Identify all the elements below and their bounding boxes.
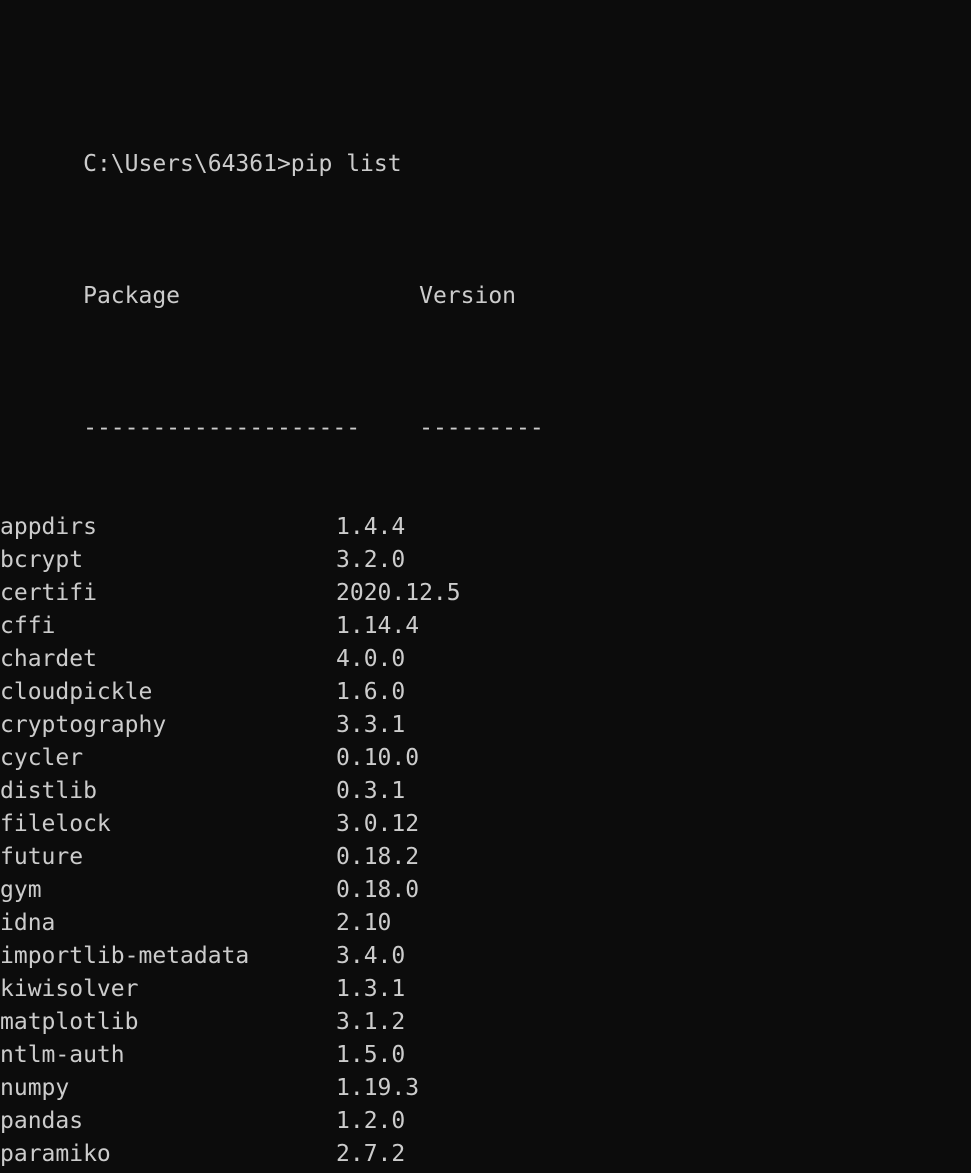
table-row: idna 2.10 [0,907,544,940]
package-name: future [0,844,84,870]
package-version: 1.3.1 [336,976,406,1002]
package-list: appdirs 1.4.4 bcrypt 3.2.0 certifi 2020.12.5 c… [0,511,544,1173]
table-row: kiwisolver 1.3.1 [0,973,544,1006]
package-version: 3.2.0 [336,547,406,573]
terminal-screen: C:\Users\64361>pip list Package Version -… [0,16,544,1173]
package-version: 0.18.0 [336,877,420,903]
package-version: 3.4.0 [336,943,406,969]
table-row: paramiko 2.7.2 [0,1138,544,1171]
table-row: numpy 1.19.3 [0,1072,544,1105]
table-row: certifi 2020.12.5 [0,577,544,610]
package-name: ntlm-auth [0,1042,125,1068]
package-name: chardet [0,646,97,672]
package-version: 2.7.2 [336,1141,406,1167]
package-name: matplotlib [0,1009,139,1035]
package-name: importlib-metadata [0,943,250,969]
package-version: 0.10.0 [336,745,420,771]
terminal-window[interactable]: C:\Users\64361>pip list Package Version -… [0,0,971,1173]
package-version: 1.14.4 [336,613,420,639]
package-version: 1.2.0 [336,1108,406,1134]
package-version: 1.4.4 [336,514,406,540]
package-version: 0.18.2 [336,844,420,870]
package-name: numpy [0,1075,70,1101]
table-row: future 0.18.2 [0,841,544,874]
table-row: cycler 0.10.0 [0,742,544,775]
package-name: distlib [0,778,97,804]
table-row: cloudpickle 1.6.0 [0,676,544,709]
package-name: pandas [0,1108,84,1134]
table-row: pandas 1.2.0 [0,1105,544,1138]
table-row: importlib-metadata 3.4.0 [0,940,544,973]
package-name: kiwisolver [0,976,139,1002]
table-row: matplotlib 3.1.2 [0,1006,544,1039]
package-version: 1.19.3 [336,1075,420,1101]
package-name: cycler [0,745,84,771]
package-name: filelock [0,811,111,837]
package-name: appdirs [0,514,97,540]
package-name: certifi [0,580,97,606]
package-version: 3.3.1 [336,712,406,738]
table-row: cffi 1.14.4 [0,610,544,643]
package-version: 4.0.0 [336,646,406,672]
separator-version: --------- [419,415,544,441]
package-version: 2.10 [336,910,392,936]
table-header-row: Package Version [0,247,544,309]
package-name: cloudpickle [0,679,153,705]
table-row: gym 0.18.0 [0,874,544,907]
table-separator-row: -------------------- --------- [0,379,544,441]
prompt-line: C:\Users\64361>pip list [0,115,544,177]
package-name: cffi [0,613,56,639]
table-row: bcrypt 3.2.0 [0,544,544,577]
package-version: 1.5.0 [336,1042,406,1068]
package-name: cryptography [0,712,167,738]
package-name: idna [0,910,56,936]
package-version: 0.3.1 [336,778,406,804]
package-version: 2020.12.5 [336,580,461,606]
package-version: 3.1.2 [336,1009,406,1035]
table-row: filelock 3.0.12 [0,808,544,841]
package-name: paramiko [0,1141,111,1167]
table-row: cryptography 3.3.1 [0,709,544,742]
package-name: bcrypt [0,547,84,573]
table-row: chardet 4.0.0 [0,643,544,676]
table-row: distlib 0.3.1 [0,775,544,808]
package-version: 3.0.12 [336,811,420,837]
column-header-package: Package [83,283,181,309]
column-header-version: Version [419,283,517,309]
separator-package: -------------------- [83,415,361,441]
package-name: gym [0,877,42,903]
table-row: appdirs 1.4.4 [0,511,544,544]
prompt-command-line: C:\Users\64361>pip list [83,151,402,177]
package-version: 1.6.0 [336,679,406,705]
table-row: ntlm-auth 1.5.0 [0,1039,544,1072]
